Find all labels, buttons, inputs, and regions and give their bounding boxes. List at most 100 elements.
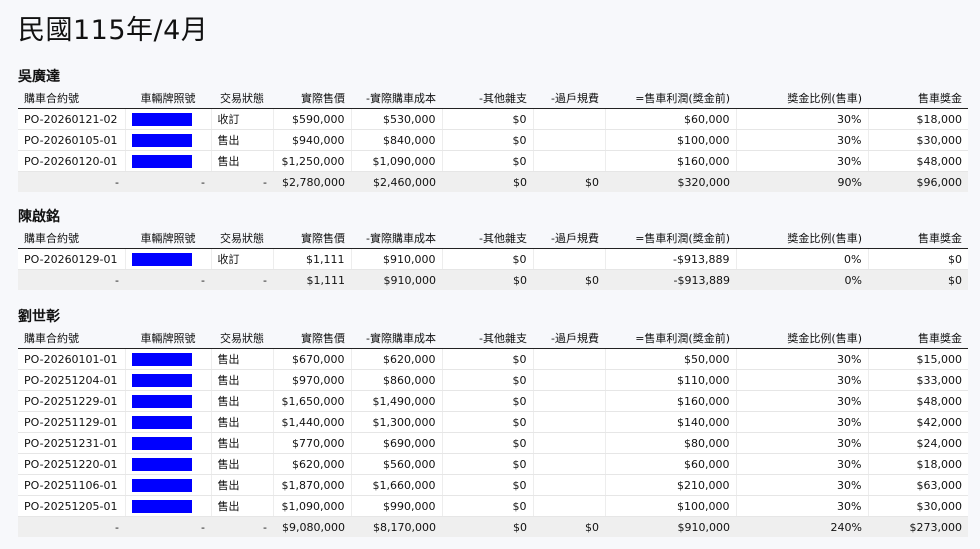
cell-bonus: $18,000 [868, 108, 968, 130]
cell-transfer-fee [533, 474, 606, 496]
header-status: 交易狀態 [211, 88, 273, 109]
table-row[interactable]: PO-20251229-01 售出 $1,650,000 $1,490,000 $0 $1… [18, 390, 968, 412]
cell-profit: $60,000 [605, 453, 737, 475]
total-profit: $320,000 [605, 171, 736, 192]
redacted-plate [131, 252, 192, 266]
table-row[interactable]: PO-20251231-01 售出 $770,000 $690,000 $0 $80,00… [18, 432, 968, 454]
cell-actual-price: $770,000 [273, 432, 352, 454]
cell-plate-number [125, 248, 212, 270]
cell-transfer-fee [533, 495, 606, 517]
cell-contract-number: PO-20251205-01 [18, 495, 126, 517]
cell-profit: $50,000 [605, 348, 737, 370]
table-row[interactable]: PO-20260120-01 售出 $1,250,000 $1,090,000 $0 $1… [18, 150, 968, 172]
redacted-plate [131, 373, 192, 387]
cell-bonus-rate: 30% [736, 369, 869, 391]
total-status: - [211, 269, 273, 290]
header-purchase-cost: -實際購車成本 [351, 88, 442, 109]
cell-bonus-rate: 0% [736, 248, 869, 270]
total-misc-expense: $0 [442, 516, 533, 537]
cell-actual-price: $1,090,000 [273, 495, 352, 517]
total-contract-number: - [18, 269, 125, 290]
cell-profit: $110,000 [605, 369, 737, 391]
header-plate-number: 車輛牌照號 [125, 88, 211, 109]
cell-status: 收訂 [211, 108, 274, 130]
cell-actual-price: $670,000 [273, 348, 352, 370]
cell-bonus: $48,000 [868, 150, 968, 172]
table-row[interactable]: PO-20260121-02 收訂 $590,000 $530,000 $0 $60,00… [18, 108, 968, 130]
cell-status: 售出 [211, 390, 274, 412]
cell-plate-number [125, 474, 212, 496]
cell-purchase-cost: $1,300,000 [351, 411, 443, 433]
cell-bonus-rate: 30% [736, 432, 869, 454]
table-header-row: 購車合約號 車輛牌照號 交易狀態 實際售價 -實際購車成本 -其他雜支 -過戶規費 =售車利潤… [18, 88, 968, 109]
cell-plate-number [125, 348, 212, 370]
cell-contract-number: PO-20260120-01 [18, 150, 126, 172]
cell-profit: $140,000 [605, 411, 737, 433]
cell-transfer-fee [533, 108, 606, 130]
total-bonus: $0 [868, 269, 968, 290]
table-row[interactable]: PO-20260101-01 售出 $670,000 $620,000 $0 $50,00… [18, 348, 968, 370]
total-plate-number: - [125, 516, 211, 537]
cell-misc-expense: $0 [442, 390, 534, 412]
header-plate-number: 車輛牌照號 [125, 228, 211, 249]
cell-misc-expense: $0 [442, 108, 534, 130]
cell-plate-number [125, 108, 212, 130]
total-plate-number: - [125, 171, 211, 192]
total-transfer-fee: $0 [533, 171, 605, 192]
cell-bonus-rate: 30% [736, 411, 869, 433]
cell-misc-expense: $0 [442, 348, 534, 370]
table-row[interactable]: PO-20251129-01 售出 $1,440,000 $1,300,000 $0 $1… [18, 411, 968, 433]
total-bonus-rate: 240% [736, 516, 868, 537]
cell-misc-expense: $0 [442, 453, 534, 475]
table-row[interactable]: PO-20251106-01 售出 $1,870,000 $1,660,000 $0 $2… [18, 474, 968, 496]
cell-profit: $160,000 [605, 150, 737, 172]
total-row: - - - $1,111 $910,000 $0 $0 -$913,889 0% $0 [18, 269, 968, 290]
cell-purchase-cost: $910,000 [351, 248, 443, 270]
cell-bonus: $15,000 [868, 348, 968, 370]
cell-misc-expense: $0 [442, 474, 534, 496]
cell-purchase-cost: $860,000 [351, 369, 443, 391]
cell-bonus: $63,000 [868, 474, 968, 496]
table-row[interactable]: PO-20260105-01 售出 $940,000 $840,000 $0 $100,0… [18, 129, 968, 151]
table-row[interactable]: PO-20260129-01 收訂 $1,111 $910,000 $0 -$913,88… [18, 248, 968, 270]
cell-purchase-cost: $690,000 [351, 432, 443, 454]
total-profit: -$913,889 [605, 269, 736, 290]
header-profit: =售車利潤(獎金前) [605, 328, 736, 349]
cell-transfer-fee [533, 432, 606, 454]
cell-transfer-fee [533, 411, 606, 433]
salesperson-name: 劉世彰 [18, 309, 60, 325]
cell-profit: -$913,889 [605, 248, 737, 270]
header-purchase-cost: -實際購車成本 [351, 228, 442, 249]
table-row[interactable]: PO-20251205-01 售出 $1,090,000 $990,000 $0 $100… [18, 495, 968, 517]
header-bonus: 售車獎金 [868, 328, 968, 349]
cell-actual-price: $1,650,000 [273, 390, 352, 412]
total-contract-number: - [18, 171, 125, 192]
cell-bonus: $18,000 [868, 453, 968, 475]
cell-bonus: $33,000 [868, 369, 968, 391]
cell-transfer-fee [533, 150, 606, 172]
cell-actual-price: $620,000 [273, 453, 352, 475]
commission-table: 購車合約號 車輛牌照號 交易狀態 實際售價 -實際購車成本 -其他雜支 -過戶規費 =售車利潤… [18, 88, 968, 192]
header-contract-number: 購車合約號 [18, 328, 125, 349]
cell-purchase-cost: $1,660,000 [351, 474, 443, 496]
cell-actual-price: $590,000 [273, 108, 352, 130]
cell-bonus-rate: 30% [736, 129, 869, 151]
cell-transfer-fee [533, 248, 606, 270]
cell-misc-expense: $0 [442, 150, 534, 172]
header-profit: =售車利潤(獎金前) [605, 228, 736, 249]
table-row[interactable]: PO-20251204-01 售出 $970,000 $860,000 $0 $110,0… [18, 369, 968, 391]
redacted-plate [131, 112, 192, 126]
header-contract-number: 購車合約號 [18, 88, 125, 109]
header-misc-expense: -其他雜支 [442, 328, 533, 349]
cell-plate-number [125, 432, 212, 454]
cell-contract-number: PO-20260121-02 [18, 108, 126, 130]
cell-bonus: $30,000 [868, 129, 968, 151]
cell-plate-number [125, 369, 212, 391]
page-title: 民國115年/4月 [18, 15, 209, 46]
redacted-plate [131, 457, 192, 471]
total-misc-expense: $0 [442, 269, 533, 290]
redacted-plate [131, 499, 192, 513]
cell-status: 售出 [211, 369, 274, 391]
cell-misc-expense: $0 [442, 411, 534, 433]
table-row[interactable]: PO-20251220-01 售出 $620,000 $560,000 $0 $60,00… [18, 453, 968, 475]
